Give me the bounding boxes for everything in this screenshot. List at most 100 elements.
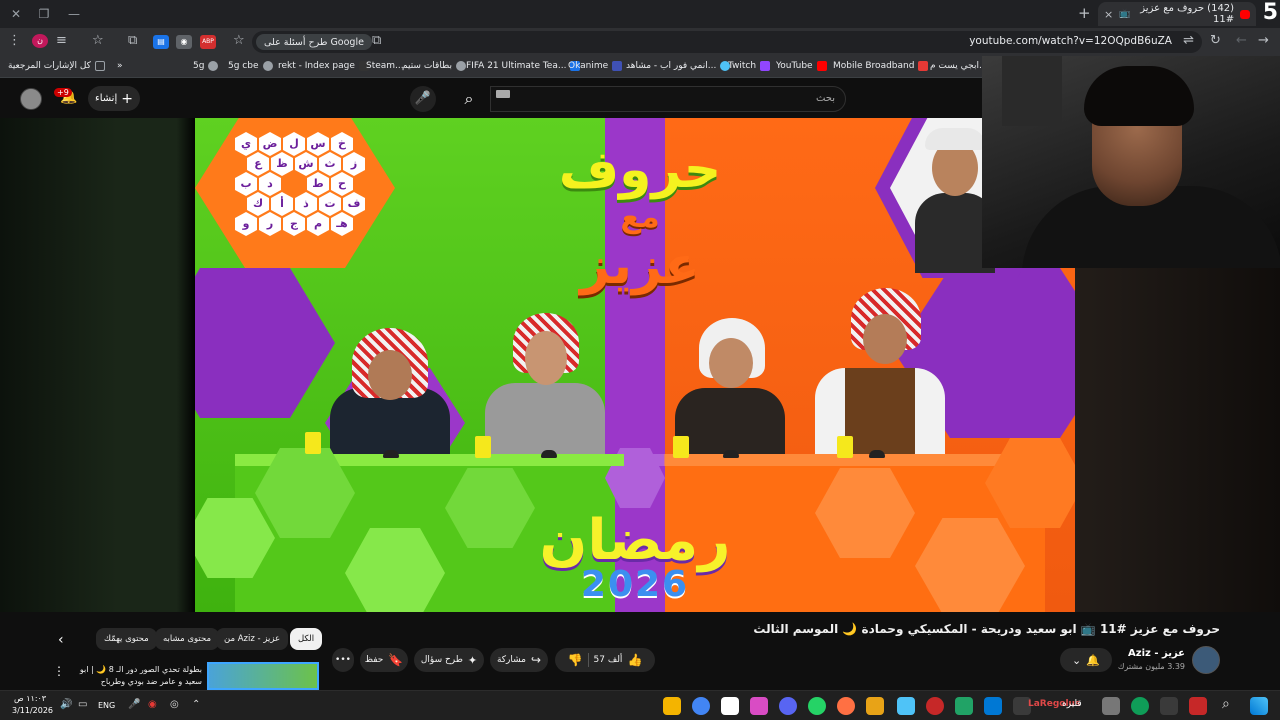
app-icon[interactable] [837,697,855,715]
more-actions-button[interactable]: ••• [332,648,354,672]
chip-related[interactable]: محتوى مشابه [155,628,219,650]
chrome-icon[interactable] [692,697,710,715]
app-icon[interactable] [984,697,1002,715]
recommended-thumbnail[interactable] [207,662,319,690]
clock-time[interactable]: ١١:٠٣ ص [14,694,46,703]
buzzer [383,450,399,458]
browser-tab[interactable]: (142) حروف مع عزيز #11 📺 × [1098,2,1256,26]
whatsapp-icon[interactable] [808,697,826,715]
account-avatar[interactable] [20,88,42,110]
share-page-icon[interactable]: ⧉ [372,33,381,48]
url-box[interactable]: طرح أسئلة على Google ⧉ youtube.com/watch… [252,31,1202,53]
subscribe-toggle[interactable]: ⌄ 🔔 [1060,648,1112,672]
video-player[interactable]: ي ض ل س خ ع ظ ش ث ز ب د ط ح ك أ ذ ت ف و … [195,118,1075,612]
share-button[interactable]: مشاركة ↪ [490,648,548,672]
create-button[interactable]: إنشاء + [88,86,140,111]
profile-icon[interactable]: ن [32,34,48,48]
back-icon[interactable]: → [1258,33,1269,48]
bookmark-item[interactable]: Okanime [568,61,623,71]
chip-recommended[interactable]: محتوى يهمّك [96,628,157,650]
excel-icon[interactable] [955,697,973,715]
extension-icon[interactable]: ▤ [153,35,169,49]
channel-avatar[interactable] [1192,646,1220,674]
app-icon[interactable] [897,697,915,715]
clock-date[interactable]: 3/11/2026 [12,706,53,715]
bookmark-item[interactable]: Twitch [728,61,771,71]
adblock-icon[interactable]: ABP [200,35,216,49]
extension-icon[interactable]: ◉ [176,35,192,49]
tab-close-icon[interactable]: × [1104,8,1113,21]
url-text[interactable]: youtube.com/watch?v=12OQpdB6uZA [969,35,1172,47]
site-settings-icon[interactable]: ⇌ [1183,33,1194,48]
language-indicator[interactable]: ENG [98,701,115,710]
board-cell: ث [319,152,341,176]
like-icon[interactable]: 👍 [627,653,642,667]
app-icon[interactable] [866,697,884,715]
tab-audio-icon[interactable]: 📺 [1119,9,1130,19]
bookmark-item[interactable]: Steam... [366,61,404,71]
like-count[interactable]: 57 ألف [594,655,623,665]
bookmark-item[interactable]: FIFA 21 Ultimate Tea... [466,61,581,71]
tray-app-icon[interactable]: ◎ [170,699,179,710]
chip-all[interactable]: الكل [290,628,323,650]
bookmark-item[interactable]: 5g cbe [228,61,273,71]
file-explorer-icon[interactable] [663,697,681,715]
globe-icon [262,61,273,71]
save-button[interactable]: حفظ 🔖 [360,648,408,672]
record-icon[interactable]: ◉ [148,699,157,710]
favorites-icon[interactable]: ☆ [92,33,104,48]
discord-icon[interactable] [779,697,797,715]
bookmarks-overflow-icon[interactable]: » [117,61,123,71]
voice-search-icon[interactable]: 🎤 [410,86,436,112]
search-taskbar-icon[interactable]: ⌕ [1222,696,1230,712]
chevron-up-icon[interactable]: ⌃ [192,699,200,710]
search-icon[interactable]: ⌕ [450,86,488,112]
ask-button[interactable]: طرح سؤال ✦ [414,648,484,672]
windows-start-icon[interactable] [1250,697,1268,715]
channel-name[interactable]: عزيز - Aziz [1128,648,1185,659]
tab-title: (142) حروف مع عزيز #11 [1140,3,1235,25]
ask-google-chip[interactable]: طرح أسئلة على Google [256,34,372,50]
streamer-webcam [982,56,1280,268]
reading-list-icon[interactable]: ≡ [56,33,67,48]
app-icon[interactable] [926,697,944,715]
recommended-title[interactable]: بطولة تحدي الصور دور الـ 8 🌙 | ابو سعيد … [66,664,202,688]
board-cell: س [307,132,329,156]
board-cell: ف [343,192,365,216]
edge-icon[interactable] [1131,697,1149,715]
bookmark-item[interactable]: انمي فور اب - مشاهد... [626,61,731,71]
app-icon[interactable] [1160,697,1178,715]
bookmark-item[interactable]: بطاقات ستيم [402,61,466,71]
close-window-icon[interactable]: — [60,4,88,24]
ask-google-label: طرح أسئلة على Google [264,36,364,48]
capcut-icon[interactable] [721,697,739,715]
bookmark-item[interactable]: rekt - Index page [278,61,369,71]
more-vert-icon[interactable]: ⋮ [53,664,65,678]
search-input[interactable]: بحث [490,86,846,112]
chevron-left-icon[interactable]: ‹ [58,632,64,648]
board-cell: و [235,212,257,236]
new-tab-button[interactable]: + [1078,4,1091,22]
forward-icon[interactable]: ← [1236,33,1247,48]
bookmark-item[interactable]: 5g [193,61,219,71]
keyboard-icon[interactable] [496,90,510,98]
microphone-icon[interactable]: 🎤 [128,699,140,710]
volume-icon[interactable]: 🔊 [60,699,72,710]
bookmark-star-icon[interactable]: ☆ [233,33,245,48]
menu-icon[interactable]: ⋮ [8,33,21,48]
yellow-cup [475,436,491,458]
restore-icon[interactable]: ❐ [30,4,58,24]
bookmark-item[interactable]: ابجي يست م... [930,61,988,71]
app-icon[interactable] [750,697,768,715]
dislike-icon[interactable]: 👎 [568,653,583,667]
minimize-icon[interactable]: ✕ [2,4,30,24]
network-icon[interactable]: ▭ [78,699,87,710]
bookmark-all[interactable]: كل الإشارات المرجعية [8,61,105,71]
bookmark-item[interactable]: YouTube [776,61,827,71]
bookmark-item[interactable]: Mobile Broadband [833,61,929,71]
reload-icon[interactable]: ↻ [1210,33,1221,48]
chip-from-channel[interactable]: من Aziz - عزيز [216,628,289,650]
extensions-icon[interactable]: ⧉ [128,33,137,48]
app-icon[interactable] [1102,697,1120,715]
app-icon[interactable] [1189,697,1207,715]
